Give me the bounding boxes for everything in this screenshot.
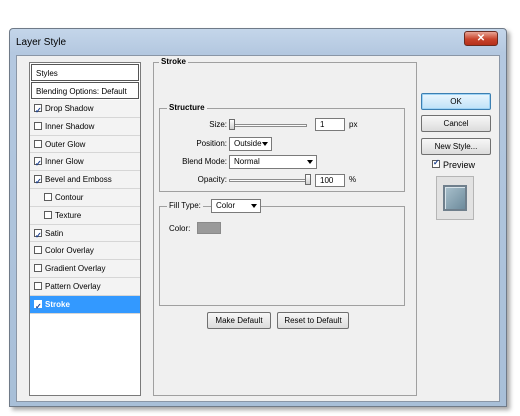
style-item-color-overlay[interactable]: Color Overlay bbox=[30, 242, 140, 261]
checkbox[interactable] bbox=[34, 139, 42, 148]
blend-mode-label: Blend Mode: bbox=[182, 157, 227, 166]
style-item-label: Inner Glow bbox=[45, 157, 84, 167]
checkbox[interactable] bbox=[34, 121, 42, 130]
style-item-texture[interactable]: Texture bbox=[30, 206, 140, 225]
fill-type-select-value: Color bbox=[216, 201, 236, 210]
stroke-color-swatch[interactable] bbox=[197, 222, 221, 234]
checkbox[interactable] bbox=[44, 210, 52, 219]
close-button[interactable]: ✕ bbox=[464, 31, 498, 46]
layer-style-dialog: Layer Style ✕ Styles Blending Options: D… bbox=[9, 28, 507, 407]
style-item-label: Pattern Overlay bbox=[45, 282, 101, 291]
title-bar[interactable]: Layer Style ✕ bbox=[10, 29, 506, 53]
style-item-gradient-overlay[interactable]: Gradient Overlay bbox=[30, 260, 140, 278]
style-item-pattern-overlay[interactable]: Pattern Overlay bbox=[30, 278, 140, 296]
dialog-body: Styles Blending Options: Default Drop Sh… bbox=[16, 55, 500, 402]
window-title: Layer Style bbox=[16, 37, 67, 48]
close-icon: ✕ bbox=[476, 33, 486, 44]
fill-group bbox=[159, 206, 405, 306]
opacity-label: Opacity: bbox=[197, 175, 227, 184]
checkbox[interactable] bbox=[34, 102, 42, 119]
chevron-down-icon bbox=[251, 204, 257, 208]
blending-options-item[interactable]: Blending Options: Default bbox=[31, 82, 139, 99]
blend-mode-select[interactable]: Normal bbox=[229, 155, 317, 169]
style-item-drop-shadow[interactable]: Drop Shadow bbox=[30, 100, 140, 119]
style-item-label: Stroke bbox=[45, 299, 70, 309]
style-item-label: Bevel and Emboss bbox=[45, 175, 112, 185]
checkbox[interactable] bbox=[34, 173, 42, 190]
preview-thumbnail bbox=[436, 176, 474, 220]
style-item-inner-shadow[interactable]: Inner Shadow bbox=[30, 117, 140, 136]
checkbox[interactable] bbox=[34, 282, 42, 290]
style-item-stroke[interactable]: Stroke bbox=[30, 295, 140, 315]
preview-toggle[interactable]: Preview bbox=[432, 158, 475, 170]
size-input[interactable]: 1 bbox=[315, 118, 345, 131]
checkbox[interactable] bbox=[44, 193, 52, 201]
style-item-label: Drop Shadow bbox=[45, 104, 94, 113]
style-item-inner-glow[interactable]: Inner Glow bbox=[30, 153, 140, 172]
checkbox[interactable] bbox=[34, 246, 42, 255]
style-item-label: Satin bbox=[45, 228, 64, 238]
style-item-label: Texture bbox=[55, 210, 82, 220]
style-item-label: Contour bbox=[55, 193, 84, 202]
checkbox[interactable] bbox=[34, 298, 42, 315]
opacity-unit: % bbox=[349, 175, 357, 184]
chevron-down-icon bbox=[307, 160, 313, 164]
styles-list: Styles Blending Options: Default Drop Sh… bbox=[29, 62, 141, 396]
fill-type-label: Fill Type: bbox=[167, 201, 203, 210]
preview-checkbox[interactable] bbox=[432, 158, 440, 168]
make-default-button[interactable]: Make Default bbox=[207, 312, 271, 329]
position-select[interactable]: Outside bbox=[229, 137, 272, 151]
styles-header[interactable]: Styles bbox=[31, 64, 139, 81]
style-item-contour[interactable]: Contour bbox=[30, 189, 140, 207]
color-label: Color: bbox=[169, 224, 191, 233]
size-unit: px bbox=[349, 120, 358, 129]
position-select-value: Outside bbox=[234, 139, 262, 148]
style-item-label: Outer Glow bbox=[45, 139, 86, 149]
checkbox[interactable] bbox=[34, 264, 42, 273]
ok-button[interactable]: OK bbox=[421, 93, 491, 110]
style-item-label: Gradient Overlay bbox=[45, 264, 106, 274]
style-item-label: Inner Shadow bbox=[45, 121, 95, 131]
size-slider-thumb[interactable] bbox=[229, 119, 235, 130]
position-label: Position: bbox=[196, 139, 227, 148]
checkbox[interactable] bbox=[34, 227, 42, 244]
desktop: Layer Style ✕ Styles Blending Options: D… bbox=[0, 0, 520, 416]
opacity-input[interactable]: 100 bbox=[315, 174, 345, 187]
stroke-section-title: Stroke bbox=[159, 57, 188, 66]
new-style-button[interactable]: New Style... bbox=[421, 138, 491, 155]
blend-mode-select-value: Normal bbox=[234, 157, 260, 166]
reset-to-default-button[interactable]: Reset to Default bbox=[277, 312, 349, 329]
opacity-slider-track[interactable] bbox=[229, 179, 311, 182]
preview-swatch bbox=[443, 185, 467, 211]
structure-title: Structure bbox=[167, 103, 207, 112]
fill-type-select[interactable]: Color bbox=[211, 199, 261, 213]
checkbox[interactable] bbox=[34, 155, 42, 172]
opacity-slider-thumb[interactable] bbox=[305, 174, 311, 185]
chevron-down-icon bbox=[262, 142, 268, 146]
style-item-label: Color Overlay bbox=[45, 246, 94, 256]
style-item-outer-glow[interactable]: Outer Glow bbox=[30, 135, 140, 154]
style-item-satin[interactable]: Satin bbox=[30, 224, 140, 244]
cancel-button[interactable]: Cancel bbox=[421, 115, 491, 132]
preview-label: Preview bbox=[443, 160, 476, 170]
size-label: Size: bbox=[209, 120, 227, 129]
style-item-bevel-and-emboss[interactable]: Bevel and Emboss bbox=[30, 171, 140, 190]
size-slider-track[interactable] bbox=[229, 124, 307, 127]
